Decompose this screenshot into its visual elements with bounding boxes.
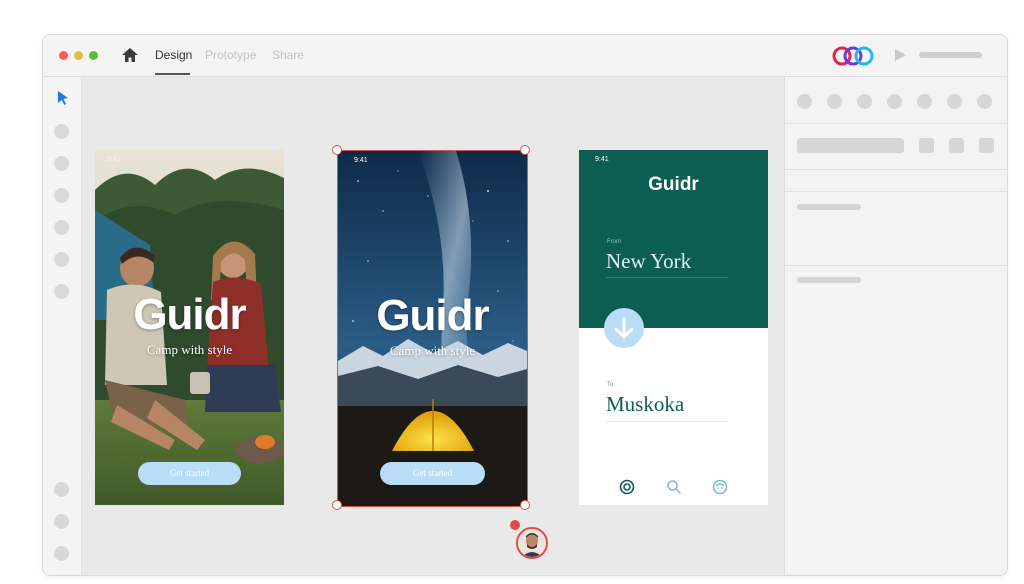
brand-title: Guidr [133,290,246,339]
profile-icon[interactable] [712,479,728,495]
from-underline [606,277,728,278]
inspector-swatch-6[interactable] [947,94,962,109]
tool-placeholder-2[interactable] [54,156,69,171]
selection-handle-top-left[interactable] [332,145,342,155]
tool-placeholder-bottom-2[interactable] [54,514,69,529]
tab-prototype[interactable]: Prototype [205,48,256,62]
home-icon[interactable] [121,47,139,63]
inspector-field-placeholder[interactable] [797,138,904,153]
tool-placeholder-6[interactable] [54,284,69,299]
play-icon[interactable] [893,48,907,62]
inspector-row-swatches [785,77,1007,124]
artboard-welcome-camp[interactable]: 9:41 Guidr Camp with style Get started [95,150,284,505]
title-bar: Design Prototype Share [43,35,1007,77]
tool-placeholder-bottom-1[interactable] [54,482,69,497]
maximize-window-button[interactable] [89,51,98,60]
selection-handle-bottom-right[interactable] [520,500,530,510]
inspector-swatch-1[interactable] [797,94,812,109]
share-placeholder-bar[interactable] [919,52,982,58]
design-canvas[interactable]: 9:41 Guidr Camp with style Get started 9… [82,77,784,575]
inspector-row-controls [785,123,1007,170]
inspector-section-title-placeholder-2 [797,277,861,283]
from-city: New York [606,249,692,273]
to-underline [606,421,728,422]
inspector-section-title-placeholder-1 [797,204,861,210]
from-label: From [607,239,621,245]
inspector-swatch-4[interactable] [887,94,902,109]
status-time: 9:41 [595,156,609,163]
tool-placeholder-1[interactable] [54,124,69,139]
selection-handle-top-right[interactable] [520,145,530,155]
active-tab-indicator [155,73,190,75]
to-label: To [607,382,614,388]
swap-direction-button[interactable] [604,308,644,348]
inspector-swatch-7[interactable] [977,94,992,109]
tab-share[interactable]: Share [272,48,304,62]
collaborator-avatar[interactable] [516,527,548,559]
get-started-button[interactable]: Get started [380,462,485,485]
close-window-button[interactable] [59,51,68,60]
property-inspector [784,77,1007,575]
inspector-row-empty [785,169,1007,192]
status-time: 9:41 [107,156,121,163]
tool-placeholder-4[interactable] [54,220,69,235]
brand-title: Guidr [648,174,699,195]
explore-icon[interactable] [619,479,635,495]
left-toolbar [43,77,82,575]
to-city: Muskoka [606,392,685,416]
minimize-window-button[interactable] [74,51,83,60]
inspector-control-2[interactable] [949,138,964,153]
brand-title: Guidr [376,291,489,340]
coediting-logo-icon [832,46,874,66]
app-window: Design Prototype Share 9:41 Guidr Camp w… [42,34,1008,576]
inspector-control-3[interactable] [979,138,994,153]
inspector-swatch-2[interactable] [827,94,842,109]
inspector-control-1[interactable] [919,138,934,153]
avatar-photo [518,529,546,557]
tool-placeholder-bottom-3[interactable] [54,546,69,561]
tagline: Camp with style [146,342,233,357]
inspector-swatch-3[interactable] [857,94,872,109]
tool-placeholder-3[interactable] [54,188,69,203]
collaborator-presence-dot [510,520,520,530]
tab-design[interactable]: Design [155,48,192,62]
tagline: Camp with style [389,343,476,358]
inspector-section-2 [785,265,1007,325]
selection-handle-bottom-left[interactable] [332,500,342,510]
get-started-button[interactable]: Get started [138,462,241,485]
tool-placeholder-5[interactable] [54,252,69,267]
status-time: 9:41 [354,157,368,164]
select-tool-icon[interactable] [57,91,69,105]
artboard-welcome-night[interactable]: 9:41 Guidr Camp with style Get started [337,150,528,507]
arrow-down-icon [614,317,634,339]
inspector-swatch-5[interactable] [917,94,932,109]
artboard-trip-search[interactable]: 9:41 Guidr From New York To Muskoka [579,150,768,505]
inspector-section-1 [785,191,1007,266]
search-icon[interactable] [666,479,682,495]
